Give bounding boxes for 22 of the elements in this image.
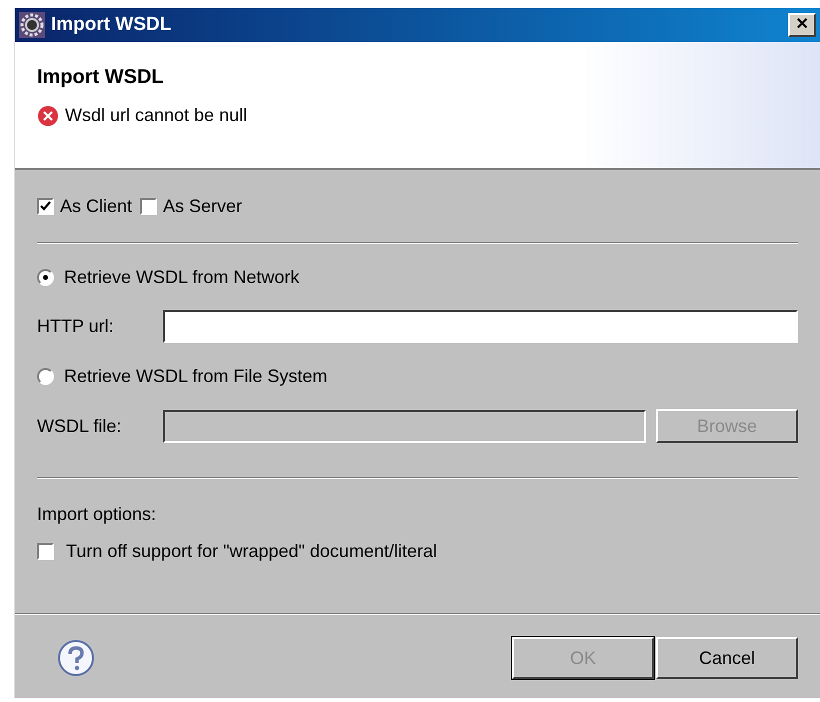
error-message: Wsdl url cannot be null [65, 104, 248, 127]
error-icon [37, 104, 59, 126]
field-label: HTTP url: [37, 315, 115, 338]
close-button[interactable]: ✕ [788, 13, 816, 37]
help-icon[interactable] [57, 639, 95, 677]
checkbox[interactable] [37, 198, 54, 214]
input-field[interactable] [163, 310, 798, 343]
radio-label[interactable]: Retrieve WSDL from Network [64, 264, 300, 290]
gear-icon [19, 12, 45, 38]
radio-button[interactable] [37, 268, 54, 286]
dialog-button[interactable]: Cancel [656, 637, 798, 679]
checkbox-label[interactable]: As Server [163, 192, 242, 220]
radio-label[interactable]: Retrieve WSDL from File System [64, 362, 328, 390]
checkbox[interactable] [37, 543, 54, 560]
field-label: WSDL file: [37, 414, 122, 438]
checkbox-label[interactable]: Turn off support for "wrapped" document/literal [66, 538, 437, 565]
header-title: Import WSDL [37, 65, 165, 90]
radio-button[interactable] [37, 368, 54, 384]
import-options-label: Import options: [37, 503, 158, 526]
window-title: Import WSDL [51, 12, 172, 37]
checkbox[interactable] [140, 198, 158, 214]
checkbox-label[interactable]: As Client [60, 192, 132, 220]
